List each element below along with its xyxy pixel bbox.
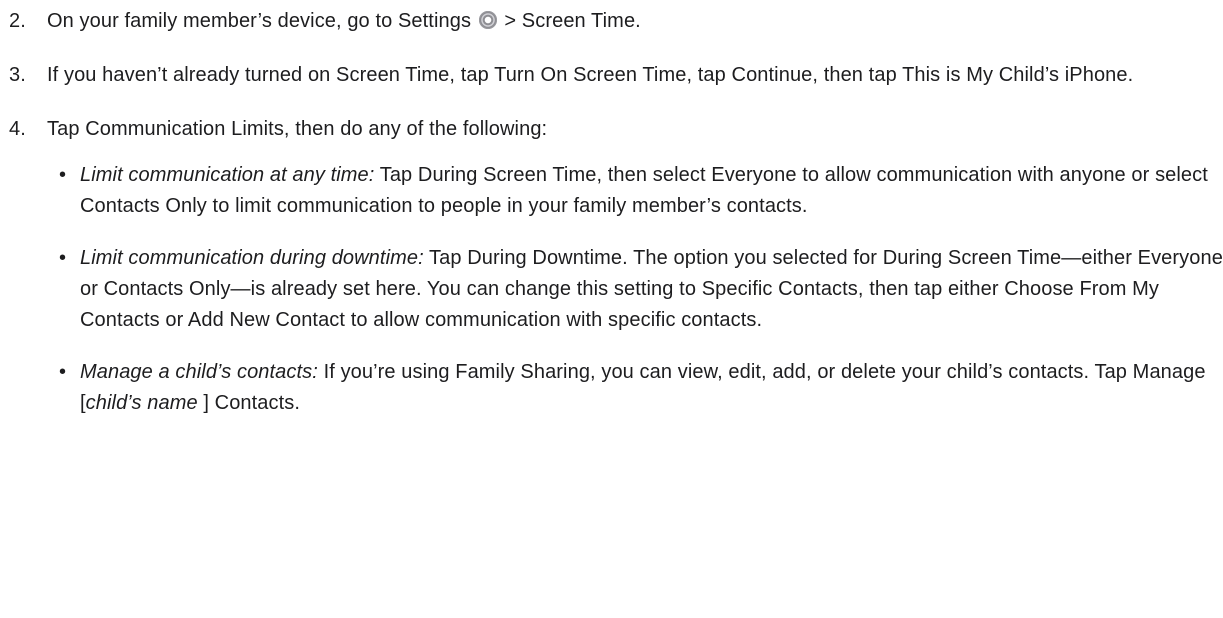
step-4: 4. Tap Communication Limits, then do any… (0, 114, 1223, 419)
document-body: 2. On your family member’s device, go to… (0, 0, 1223, 419)
step-text: Tap Communication Limits, then do any of… (47, 118, 548, 140)
options-list: • Limit communication at any time: Tap D… (47, 160, 1223, 419)
option-term: Limit communication during downtime: (80, 247, 424, 269)
step-text-after: > Screen Time. (498, 10, 641, 32)
bullet: • (59, 247, 67, 269)
step-number: 4. (9, 118, 26, 140)
step-number: 2. (9, 10, 26, 32)
step-3: 3. If you haven’t already turned on Scre… (0, 60, 1223, 91)
bullet: • (59, 361, 67, 383)
option-text-after: ] Contacts. (197, 392, 301, 414)
option-term: Limit communication at any time: (80, 164, 375, 186)
step-text: If you haven’t already turned on Screen … (47, 64, 1134, 86)
option-term: Manage a child’s contacts: (80, 361, 318, 383)
step-2: 2. On your family member’s device, go to… (0, 6, 1223, 37)
option-manage-contacts: • Manage a child’s contacts: If you’re u… (47, 357, 1223, 419)
settings-gear-icon (478, 11, 497, 29)
step-number: 3. (9, 64, 26, 86)
option-limit-any-time: • Limit communication at any time: Tap D… (47, 160, 1223, 222)
step-text-before: On your family member’s device, go to Se… (47, 10, 477, 32)
bullet: • (59, 164, 67, 186)
option-limit-downtime: • Limit communication during downtime: T… (47, 243, 1223, 336)
child-name-placeholder: child’s name (85, 392, 198, 414)
steps-list: 2. On your family member’s device, go to… (0, 6, 1223, 419)
